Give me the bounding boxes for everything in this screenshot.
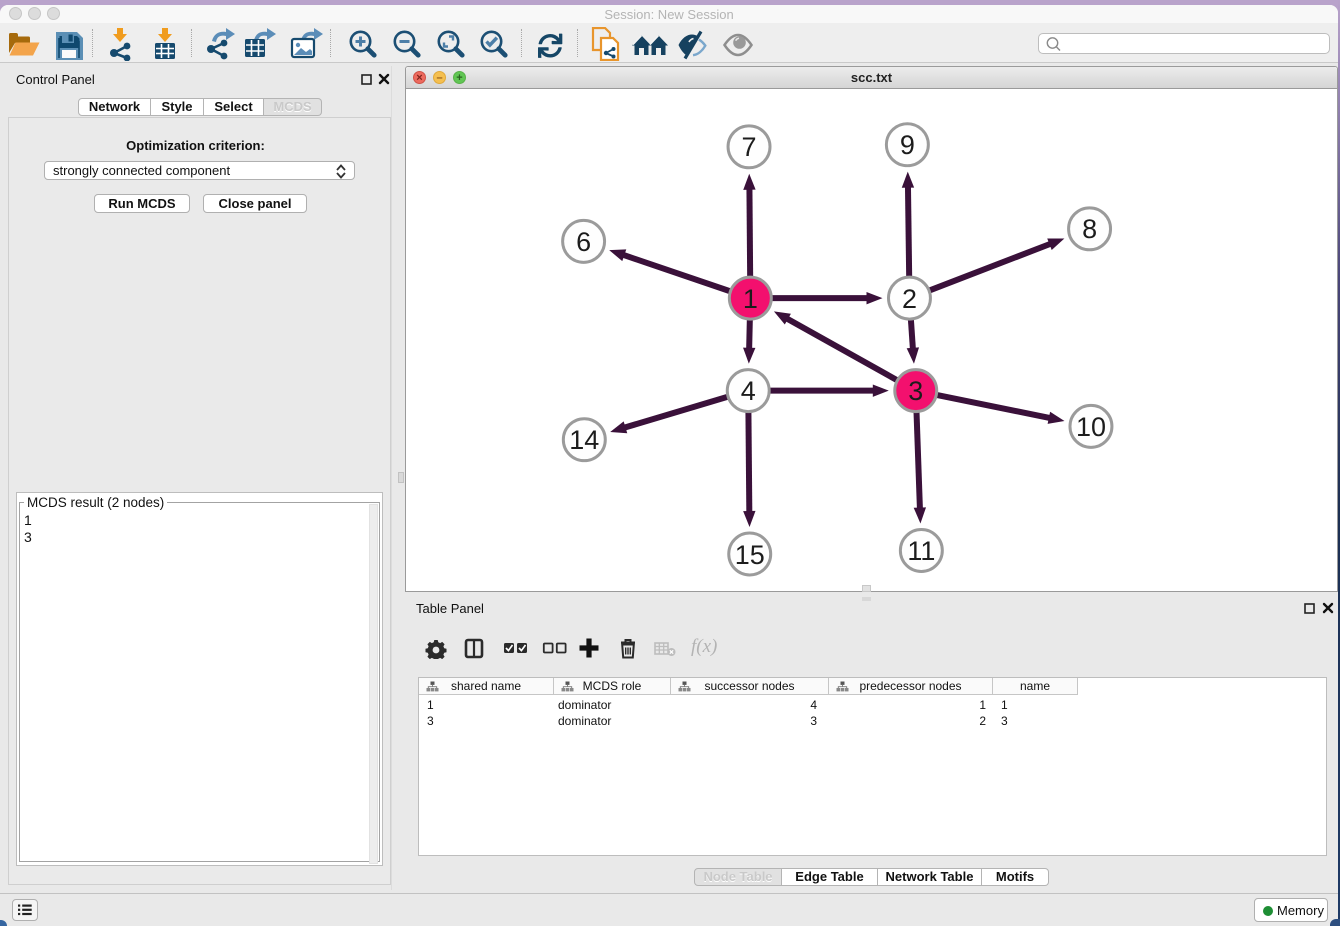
svg-text:14: 14: [569, 425, 599, 455]
svg-text:6: 6: [576, 227, 591, 257]
svg-text:1: 1: [743, 284, 758, 314]
svg-text:10: 10: [1076, 412, 1106, 442]
svg-text:3: 3: [908, 376, 923, 406]
svg-text:4: 4: [741, 376, 756, 406]
svg-text:9: 9: [900, 130, 915, 160]
svg-text:8: 8: [1082, 214, 1097, 244]
svg-text:15: 15: [735, 540, 765, 570]
svg-text:2: 2: [902, 284, 917, 314]
svg-text:11: 11: [907, 536, 935, 566]
svg-text:7: 7: [742, 132, 757, 162]
